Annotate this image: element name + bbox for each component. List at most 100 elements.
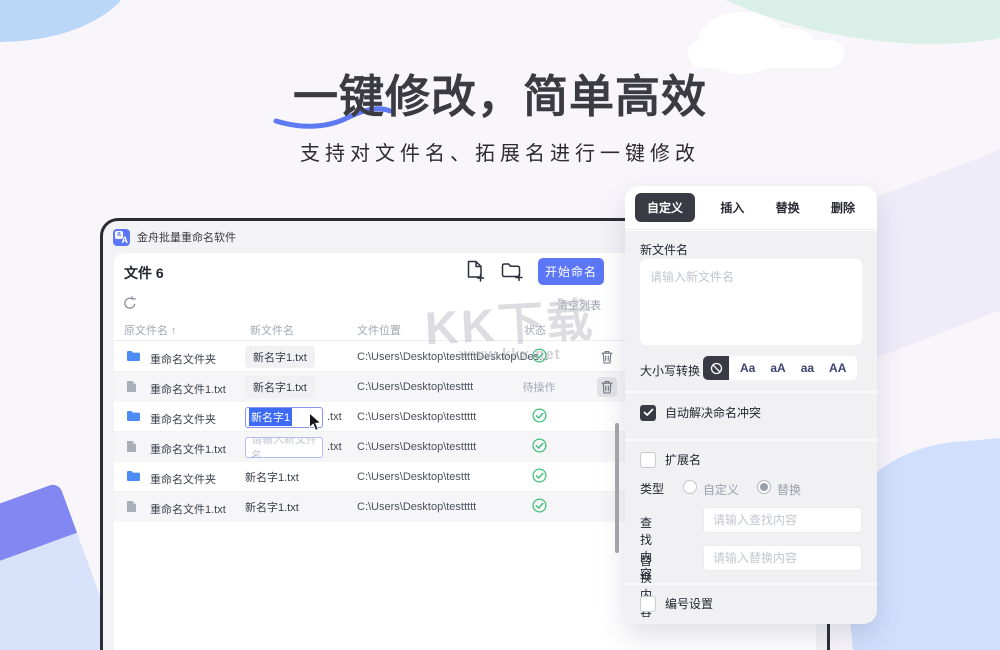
- case-option-Aa[interactable]: Aa: [740, 361, 755, 375]
- hero-subtitle: 支持对文件名、拓展名进行一键修改: [0, 137, 1000, 166]
- status-cell: [517, 492, 561, 522]
- start-rename-button[interactable]: 开始命名: [538, 258, 604, 285]
- type-radio-自定义[interactable]: [683, 480, 697, 494]
- type-radio-label: 自定义: [703, 481, 739, 498]
- file-location: C:\Users\Desktop\testtttt: [357, 501, 476, 513]
- extension-label: 扩展名: [665, 451, 701, 468]
- tab-1[interactable]: 插入: [714, 193, 750, 222]
- status-cell: [517, 462, 561, 492]
- new-filename-label: 新文件名: [640, 241, 688, 258]
- new-filename-cell[interactable]: 新名字1.txt: [245, 492, 299, 522]
- tab-2[interactable]: 替换: [770, 193, 806, 222]
- trash-icon[interactable]: [597, 347, 617, 367]
- selected-text: 新名字1: [249, 408, 292, 426]
- original-filename: 重命名文件夹: [150, 411, 216, 427]
- extension-suffix: .txt: [327, 411, 342, 423]
- original-filename: 重命名文件夹: [150, 351, 216, 367]
- extension-checkbox[interactable]: [640, 452, 656, 468]
- new-filename-text: 新名字1.txt: [245, 499, 299, 515]
- type-radio-label: 替换: [777, 481, 801, 498]
- case-options: Aa aA aa AA: [729, 356, 857, 380]
- case-convert-row: 大小写转换: [640, 358, 700, 382]
- tab-0[interactable]: 自定义: [635, 193, 695, 222]
- status-cell: [517, 342, 561, 372]
- new-filename-text: 新名字1.txt: [245, 469, 299, 485]
- check-circle-icon: [532, 348, 547, 366]
- file-icon: [126, 500, 137, 516]
- vertical-scrollbar[interactable]: [615, 423, 619, 553]
- tab-3[interactable]: 删除: [825, 193, 861, 222]
- type-label: 类型: [640, 480, 664, 497]
- file-icon: [126, 380, 137, 396]
- column-location: 文件位置: [357, 322, 401, 338]
- original-filename: 重命名文件夹: [150, 471, 216, 487]
- case-none-button[interactable]: [703, 356, 729, 380]
- new-filename-cell[interactable]: 新名字1.txt: [245, 462, 299, 492]
- clear-list-button[interactable]: 清空列表: [557, 297, 601, 313]
- auto-conflict-label: 自动解决命名冲突: [665, 404, 761, 421]
- add-file-icon[interactable]: [466, 260, 485, 287]
- file-location: C:\Users\Desktop\testtttt: [357, 411, 476, 423]
- window-title: 金舟批量重命名软件: [137, 229, 236, 245]
- new-filename-chip: 新名字1.txt: [245, 376, 315, 398]
- original-filename: 重命名文件1.txt: [150, 501, 226, 517]
- auto-conflict-checkbox[interactable]: [640, 405, 656, 421]
- status-cell: [517, 402, 561, 432]
- trash-icon[interactable]: [597, 377, 617, 397]
- extension-row: 扩展名: [640, 451, 701, 468]
- new-filename-input[interactable]: 新名字1: [245, 407, 323, 428]
- app-logo-icon: aA: [113, 229, 130, 246]
- case-option-aa[interactable]: aa: [801, 361, 814, 375]
- numbering-label: 编号设置: [665, 595, 713, 612]
- folder-icon: [126, 410, 140, 425]
- case-option-aA[interactable]: aA: [770, 361, 785, 375]
- status-text: 待操作: [523, 379, 556, 395]
- file-icon: [126, 440, 137, 456]
- hero-title: 一键修改，简单高效: [0, 60, 1000, 125]
- settings-panel: 自定义插入替换删除 新文件名 大小写转换 AaaAaaAA: [625, 186, 877, 624]
- section-divider: [625, 583, 877, 585]
- add-folder-icon[interactable]: [501, 262, 524, 286]
- numbering-checkbox[interactable]: [640, 596, 656, 612]
- check-circle-icon: [532, 468, 547, 486]
- column-original-name[interactable]: 原文件名 ↑: [124, 322, 177, 338]
- section-divider: [625, 439, 877, 441]
- new-filename-cell[interactable]: 新名字1.txt: [245, 372, 315, 402]
- case-option-AA[interactable]: AA: [829, 361, 846, 375]
- file-location: C:\Users\Desktop\testttt: [357, 381, 473, 393]
- new-filename-textarea[interactable]: [640, 259, 862, 345]
- undo-icon[interactable]: [123, 296, 137, 315]
- find-input[interactable]: [703, 507, 862, 533]
- corner-blob-decoration: [0, 0, 135, 42]
- new-filename-chip: 新名字1.txt: [245, 346, 315, 368]
- panel-body: 新文件名 大小写转换 Aa aA aa AA 自动解决命名冲突: [625, 231, 877, 624]
- file-location: C:\Users\Desktop\testtttt: [357, 441, 476, 453]
- case-convert-label: 大小写转换: [640, 362, 700, 379]
- auto-conflict-row: 自动解决命名冲突: [640, 404, 761, 421]
- section-divider: [625, 391, 877, 393]
- panel-tabs: 自定义插入替换删除: [625, 186, 877, 230]
- file-count-label: 文件 6: [124, 263, 164, 283]
- column-status: 状态: [524, 322, 546, 338]
- case-convert-control: Aa aA aa AA: [703, 356, 857, 380]
- check-circle-icon: [532, 498, 547, 516]
- original-filename: 重命名文件1.txt: [150, 381, 226, 397]
- extension-suffix: .txt: [327, 441, 342, 453]
- new-filename-cell[interactable]: 新名字1.txt: [245, 342, 315, 372]
- check-circle-icon: [532, 408, 547, 426]
- check-circle-icon: [532, 438, 547, 456]
- original-filename: 重命名文件1.txt: [150, 441, 226, 457]
- type-row: 类型 自定义 替换: [640, 479, 862, 495]
- replace-input[interactable]: [703, 545, 862, 571]
- circle-slash-icon: [710, 362, 723, 375]
- status-cell: [517, 432, 561, 462]
- file-location: C:\Users\Desktop\testtt: [357, 471, 470, 483]
- new-filename-cell[interactable]: 新名字1 .txt: [245, 402, 342, 432]
- new-filename-input[interactable]: 请输入新文件名: [245, 437, 323, 458]
- type-radio-替换[interactable]: [757, 480, 771, 494]
- new-filename-cell[interactable]: 请输入新文件名 .txt: [245, 432, 342, 462]
- page: 一键修改，简单高效 支持对文件名、拓展名进行一键修改 aA 金舟批量重命名软件 …: [0, 0, 1000, 650]
- status-cell: 待操作: [517, 372, 561, 402]
- column-new-name: 新文件名: [250, 322, 294, 338]
- folder-icon: [126, 350, 140, 365]
